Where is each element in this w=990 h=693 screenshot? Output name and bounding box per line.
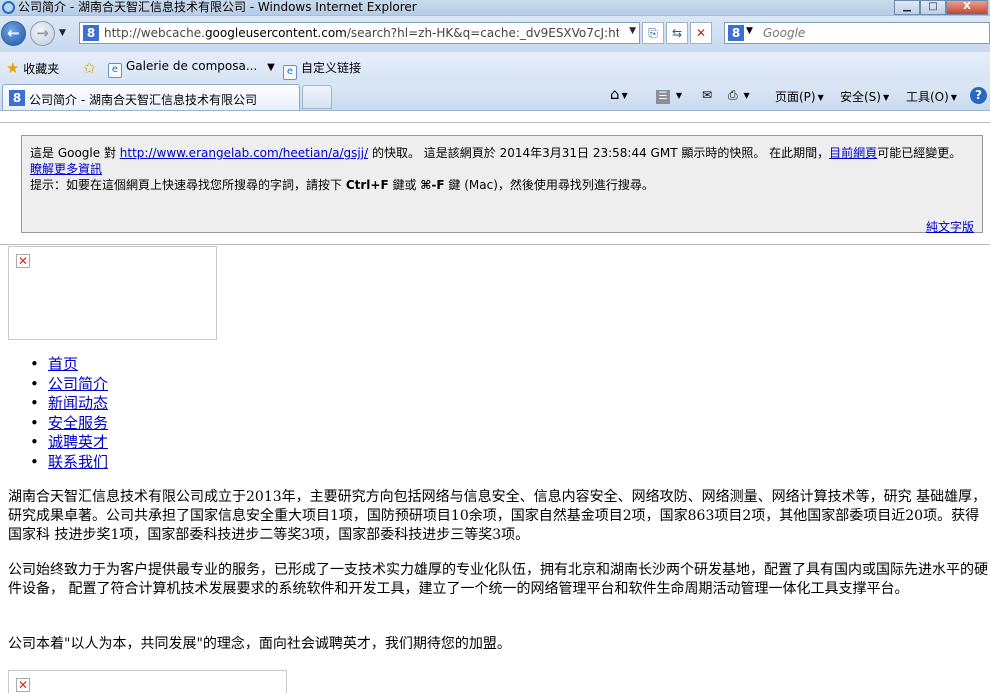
ie-logo-icon	[2, 1, 15, 14]
chevron-down-icon: ▼	[675, 91, 682, 100]
address-dropdown-icon[interactable]: ▼	[629, 26, 636, 36]
close-button[interactable]: X	[946, 0, 988, 15]
chevron-down-icon: ▼	[621, 91, 628, 100]
tab-label: 公司简介 - 湖南合天智汇信息技术有限公司	[29, 93, 257, 107]
recent-pages-dropdown[interactable]: ▼	[59, 28, 66, 38]
back-arrow-icon: ←	[7, 24, 20, 42]
back-button[interactable]: ←	[1, 21, 26, 46]
home-button[interactable]: ⌂ ▼	[610, 85, 628, 103]
favorites-button[interactable]: ★ 收藏夹	[6, 59, 59, 77]
refresh-button[interactable]: ⇆	[666, 22, 688, 44]
add-favorite-star-icon: ✩	[83, 59, 96, 77]
cache-notice-line: 這是 Google 對 http://www.erangelab.com/hee…	[30, 146, 962, 176]
feeds-button[interactable]: ☰ ▼	[656, 88, 682, 104]
address-toolbar: ← → ▼ 8 http://webcache.googleuserconten…	[0, 16, 990, 52]
page-content: 這是 Google 對 http://www.erangelab.com/hee…	[0, 112, 990, 693]
maximize-button[interactable]: □	[920, 0, 946, 15]
page-icon: e	[108, 63, 122, 78]
favorites-bar: ★ 收藏夹 ✩ e Galerie de composa... ▼ e 自定义链接	[0, 52, 990, 83]
company-service-paragraph: 公司始终致力于为客户提供最专业的服务，已形成了一支技术实力雄厚的专业化队伍，拥有…	[8, 562, 988, 597]
minimize-icon: ▁	[903, 1, 911, 12]
address-url[interactable]: http://webcache.googleusercontent.com/se…	[104, 26, 619, 40]
stop-icon: ✕	[695, 26, 707, 40]
maximize-icon: □	[928, 1, 938, 12]
cache-notice: 這是 Google 對 http://www.erangelab.com/hee…	[21, 135, 983, 235]
rss-icon: ☰	[656, 90, 670, 104]
favorite-item-custom-links[interactable]: e 自定义链接	[283, 59, 361, 80]
search-box[interactable]: 8 ▼	[724, 22, 990, 44]
search-input[interactable]	[763, 25, 983, 41]
tab-favicon-icon: 8	[9, 90, 25, 106]
current-page-link[interactable]: 目前網頁	[829, 146, 877, 160]
chevron-down-icon: ▼	[950, 93, 957, 102]
site-navigation: 首页 公司简介 新闻动态 安全服务 诚聘英才 联系我们	[30, 355, 108, 472]
page-menu[interactable]: 页面(P) ▼	[775, 88, 824, 105]
window-titlebar: 公司简介 - 湖南合天智汇信息技术有限公司 - Windows Internet…	[0, 0, 990, 16]
compatibility-view-button[interactable]: ⎘	[642, 22, 664, 44]
chevron-down-icon: ▼	[882, 93, 890, 102]
address-bar[interactable]: 8 http://webcache.googleusercontent.com/…	[79, 22, 640, 44]
nav-item-news: 新闻动态	[30, 394, 108, 414]
address-tools: ⎘ ⇆ ✕	[642, 22, 712, 44]
plain-text-version-link[interactable]: 純文字版	[926, 219, 974, 235]
chevron-down-icon: ▼	[267, 62, 275, 73]
compatibility-view-icon: ⎘	[648, 26, 658, 40]
window-controls: ▁ □ X	[894, 0, 988, 16]
nav-item-about: 公司简介	[30, 375, 108, 395]
nav-item-careers: 诚聘英才	[30, 433, 108, 453]
print-button[interactable]: ⎙ ▼	[728, 88, 750, 103]
minimize-button[interactable]: ▁	[894, 0, 920, 15]
company-recruit-paragraph: 公司本着"以人为本，共同发展"的理念，面向社会诚聘英才，我们期待您的加盟。	[8, 636, 511, 652]
favorites-label: 收藏夹	[23, 62, 60, 76]
learn-more-link[interactable]: 瞭解更多資訊	[30, 162, 102, 176]
add-to-favorites-bar-button[interactable]: ✩	[83, 59, 96, 77]
cache-tip: 提示：如要在這個網頁上快速尋找您所搜尋的字詞，請按下 Ctrl+F 鍵或 ⌘-F…	[30, 178, 654, 192]
forward-arrow-icon: →	[36, 24, 49, 42]
printer-icon: ⎙	[728, 88, 738, 102]
search-provider-icon: 8	[728, 25, 744, 41]
home-icon: ⌂	[610, 85, 620, 103]
mail-icon: ✉	[702, 88, 713, 102]
read-mail-button[interactable]: ✉	[702, 88, 712, 102]
broken-image: ✕	[8, 670, 287, 693]
safety-menu[interactable]: 安全(S) ▼	[840, 88, 889, 105]
page-icon: e	[283, 65, 297, 80]
refresh-icon: ⇆	[671, 26, 683, 40]
favorite-item-galerie[interactable]: e Galerie de composa... ▼	[108, 59, 275, 78]
search-provider-dropdown-icon[interactable]: ▼	[746, 26, 753, 36]
forward-button[interactable]: →	[30, 21, 55, 46]
window-title: 公司简介 - 湖南合天智汇信息技术有限公司 - Windows Internet…	[18, 0, 417, 14]
favorites-star-icon: ★	[6, 59, 20, 77]
tools-menu[interactable]: 工具(O) ▼	[906, 88, 957, 105]
new-tab-button[interactable]	[302, 85, 332, 109]
stop-button[interactable]: ✕	[690, 22, 712, 44]
cached-page-link[interactable]: http://www.erangelab.com/heetian/a/gsjj/	[120, 146, 368, 160]
nav-item-security-services: 安全服务	[30, 414, 108, 434]
broken-image-icon: ✕	[16, 678, 30, 692]
nav-item-home: 首页	[30, 355, 108, 375]
help-icon[interactable]: ?	[970, 87, 987, 104]
company-intro-paragraph: 湖南合天智汇信息技术有限公司成立于2013年，主要研究方向包括网络与信息安全、信…	[8, 489, 987, 543]
broken-image-icon: ✕	[16, 254, 30, 268]
chevron-down-icon: ▼	[743, 91, 750, 100]
cache-notice-container: 這是 Google 對 http://www.erangelab.com/hee…	[0, 122, 990, 245]
broken-image: ✕	[8, 246, 217, 340]
chevron-down-icon: ▼	[817, 93, 824, 102]
close-icon: X	[963, 1, 971, 12]
tab-command-bar: 8 公司简介 - 湖南合天智汇信息技术有限公司 ⌂ ▼ ☰ ▼ ✉ ⎙ ▼ 页面(…	[0, 83, 990, 111]
page-favicon-icon: 8	[83, 25, 99, 41]
tab-active[interactable]: 8 公司简介 - 湖南合天智汇信息技术有限公司	[2, 84, 300, 110]
nav-item-contact: 联系我们	[30, 453, 108, 473]
